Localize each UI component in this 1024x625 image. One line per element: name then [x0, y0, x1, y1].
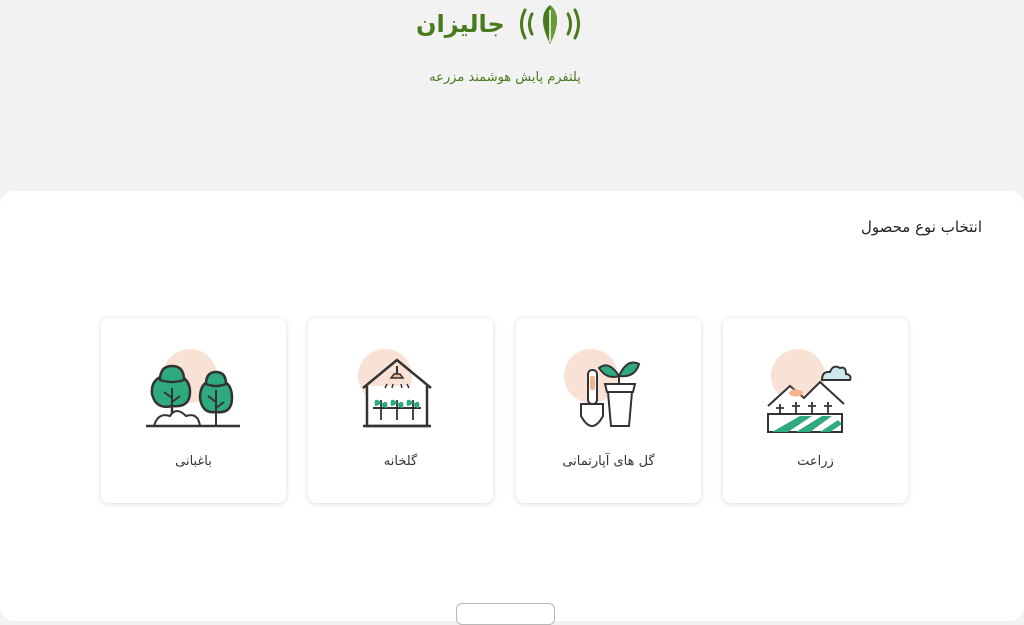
- leaf-signal-icon: [519, 5, 580, 44]
- tagline: پلتفرم پایش هوشمند مزرعه: [429, 70, 581, 85]
- brand[interactable]: جالیزان: [416, 2, 585, 46]
- greenhouse-icon: [358, 349, 432, 428]
- product-type-panel: انتخاب نوع محصول زراعت گل های آپارتمانی …: [0, 191, 1024, 625]
- card-label: زراعت: [797, 454, 834, 469]
- potted-plant-icon: [564, 349, 641, 427]
- card-gardening[interactable]: باغبانی: [101, 318, 286, 503]
- card-label: باغبانی: [175, 454, 212, 469]
- header: جالیزان پلتفرم پایش هوشمند مزرعه: [0, 0, 1024, 192]
- card-label: گل های آپارتمانی: [562, 454, 655, 469]
- trees-gardening-icon: [146, 349, 240, 428]
- brand-name: جالیزان: [416, 10, 505, 38]
- continue-button[interactable]: [456, 603, 555, 625]
- card-greenhouse[interactable]: گلخانه: [308, 318, 493, 503]
- card-label: گلخانه: [383, 454, 418, 469]
- field-farming-icon: [767, 349, 852, 433]
- card-farming[interactable]: زراعت: [723, 318, 908, 503]
- card-potted-plants[interactable]: گل های آپارتمانی: [516, 318, 701, 503]
- section-title: انتخاب نوع محصول: [860, 218, 982, 236]
